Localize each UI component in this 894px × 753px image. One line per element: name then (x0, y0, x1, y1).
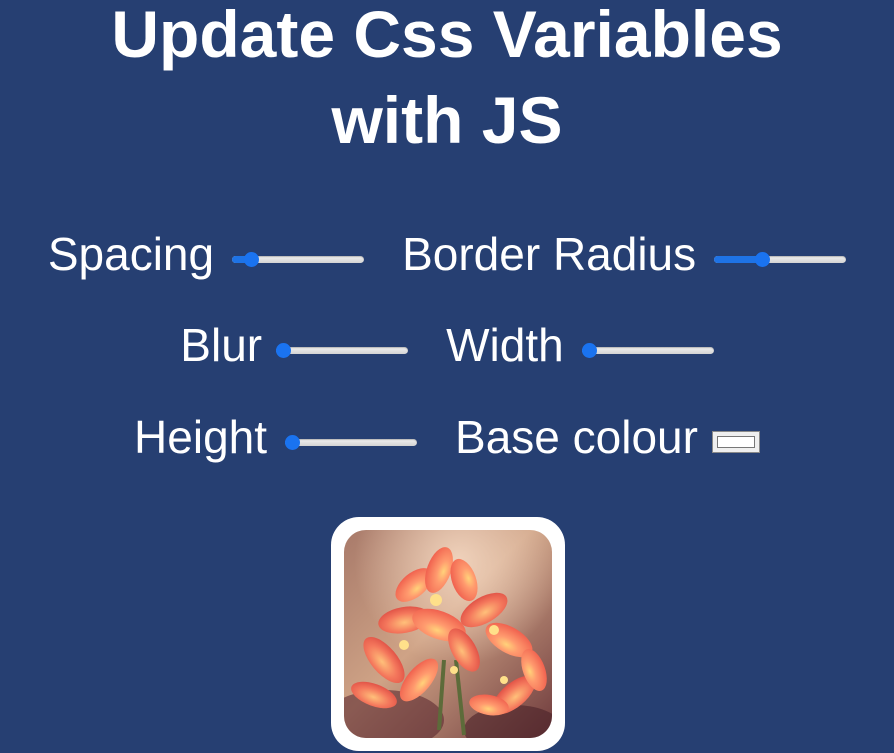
spacing-slider-thumb[interactable] (243, 252, 259, 267)
width-slider-thumb[interactable] (581, 343, 597, 358)
blur-label: Blur (180, 319, 263, 371)
base-colour-label: Base colour (455, 411, 698, 463)
height-slider-thumb[interactable] (285, 435, 301, 450)
blur-slider-track (276, 347, 409, 354)
blur-slider-thumb[interactable] (276, 343, 292, 358)
controls-row-2: Blur Width (0, 322, 894, 368)
border-radius-slider[interactable] (714, 252, 847, 268)
blur-slider[interactable] (276, 343, 409, 359)
spacing-label: Spacing (47, 228, 215, 280)
controls-row-3: Height Base colour (0, 414, 894, 460)
width-slider[interactable] (581, 343, 714, 359)
height-slider[interactable] (285, 435, 418, 451)
height-slider-track (285, 439, 418, 446)
width-label: Width (446, 319, 564, 371)
controls-row-1: Spacing Border Radius (0, 231, 894, 277)
width-slider-track (581, 347, 714, 354)
border-radius-slider-thumb[interactable] (755, 252, 771, 267)
flower-photo-image (344, 530, 552, 738)
page-title-line-1: Update Css Variables (111, 0, 783, 71)
page-title-line-2: with JS (331, 83, 563, 157)
spacing-slider[interactable] (232, 252, 365, 268)
base-colour-picker[interactable] (711, 431, 760, 453)
image-frame (331, 517, 565, 751)
flower-photo (344, 530, 552, 738)
height-label: Height (134, 411, 268, 463)
border-radius-label: Border Radius (402, 228, 697, 280)
base-colour-swatch (716, 436, 755, 448)
